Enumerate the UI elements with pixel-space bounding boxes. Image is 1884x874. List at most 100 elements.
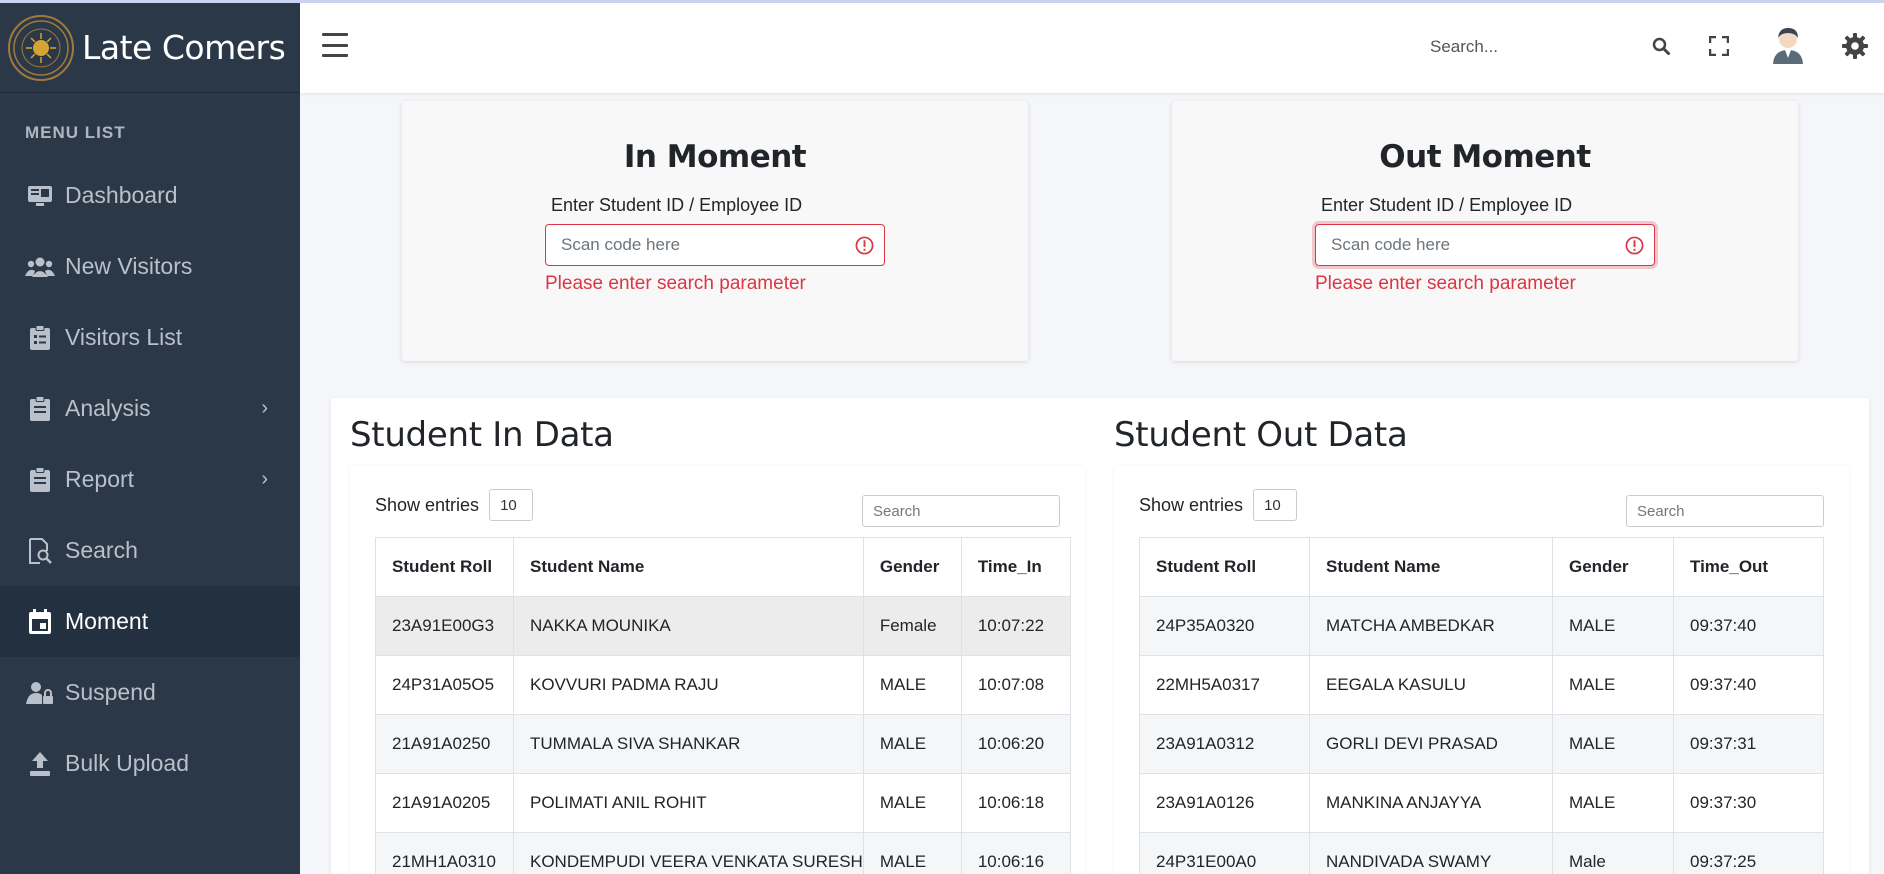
out-moment-card: Out Moment Enter Student ID / Employee I… xyxy=(1172,101,1798,361)
cell-time: 10:06:16 xyxy=(960,832,1071,874)
gear-icon[interactable] xyxy=(1840,31,1870,61)
users-icon xyxy=(25,252,55,282)
cell-time: 10:06:18 xyxy=(960,773,1071,833)
cell-roll: 23A91E00G3 xyxy=(375,596,514,656)
sidebar-item-label: Moment xyxy=(65,608,149,634)
cell-name: EEGALA KASULU xyxy=(1309,655,1553,715)
cell-roll: 24P35A0320 xyxy=(1139,596,1310,656)
cell-name: MATCHA AMBEDKAR xyxy=(1309,596,1553,656)
entries-select[interactable]: 10 xyxy=(489,489,534,521)
sidebar-item-label: Bulk Upload xyxy=(65,750,190,776)
sidebar-item-moment[interactable]: Moment xyxy=(0,586,300,657)
cell-gender: MALE xyxy=(862,714,962,774)
upload-icon xyxy=(25,749,55,779)
in-moment-error: Please enter search parameter xyxy=(545,273,806,294)
cell-gender: MALE xyxy=(1552,596,1674,656)
cell-roll: 21A91A0205 xyxy=(375,773,514,833)
sidebar-item-visitors-list[interactable]: Visitors List xyxy=(0,302,300,373)
show-entries-control: Show entries 10 xyxy=(1139,489,1298,521)
cell-gender: MALE xyxy=(1552,773,1674,833)
sidebar-menu: Dashboard New Visitors Visitors List Ana… xyxy=(0,160,300,799)
chevron-right-icon: › xyxy=(261,397,268,419)
sidebar: Late Comers MENU LIST Dashboard New Visi… xyxy=(0,3,300,874)
sidebar-item-report[interactable]: Report › xyxy=(0,444,300,515)
table-search-input[interactable] xyxy=(862,495,1060,527)
cell-name: KOVVURI PADMA RAJU xyxy=(513,655,864,715)
cell-name: MANKINA ANJAYYA xyxy=(1309,773,1553,833)
cell-name: TUMMALA SIVA SHANKAR xyxy=(513,714,864,774)
fullscreen-icon[interactable] xyxy=(1704,31,1734,61)
cell-roll: 22MH5A0317 xyxy=(1139,655,1310,715)
student-data-panel: Student In Data Show entries 10 Student … xyxy=(331,398,1869,874)
column-header[interactable]: Student Name xyxy=(513,537,864,597)
table-row[interactable]: 23A91A0126 MANKINA ANJAYYA MALE 09:37:30 xyxy=(1139,773,1824,833)
cell-gender: Male xyxy=(1552,832,1674,874)
cell-time: 09:37:31 xyxy=(1673,714,1824,774)
cell-time: 09:37:30 xyxy=(1673,773,1824,833)
cell-time: 10:07:08 xyxy=(960,655,1071,715)
cell-roll: 21A91A0250 xyxy=(375,714,514,774)
warning-icon xyxy=(855,236,874,255)
table-row[interactable]: 22MH5A0317 EEGALA KASULU MALE 09:37:40 xyxy=(1139,655,1824,715)
in-moment-scan-field xyxy=(545,224,885,266)
menu-toggle-icon[interactable] xyxy=(322,33,348,57)
in-moment-scan-input[interactable] xyxy=(546,225,884,265)
table-row[interactable]: 24P31E00A0 NANDIVADA SWAMY Male 09:37:25 xyxy=(1139,832,1824,874)
sidebar-item-dashboard[interactable]: Dashboard xyxy=(0,160,300,231)
file-search-icon xyxy=(25,536,55,566)
column-header[interactable]: Time_Out xyxy=(1673,537,1824,597)
sidebar-item-bulk-upload[interactable]: Bulk Upload xyxy=(0,728,300,799)
cell-time: 09:37:40 xyxy=(1673,655,1824,715)
cell-name: POLIMATI ANIL ROHIT xyxy=(513,773,864,833)
global-search-input[interactable] xyxy=(1430,27,1660,67)
user-lock-icon xyxy=(25,678,55,708)
student-out-title: Student Out Data xyxy=(1114,415,1408,455)
student-out-table: Student Roll Student Name Gender Time_Ou… xyxy=(1139,537,1824,874)
user-avatar-icon[interactable] xyxy=(1768,25,1808,65)
out-moment-label: Enter Student ID / Employee ID xyxy=(1321,195,1573,215)
out-moment-scan-input[interactable] xyxy=(1316,225,1654,265)
cell-time: 09:37:40 xyxy=(1673,596,1824,656)
column-header[interactable]: Time_In xyxy=(960,537,1071,597)
cell-name: NAKKA MOUNIKA xyxy=(513,596,864,656)
brand[interactable]: Late Comers xyxy=(0,3,300,93)
sidebar-item-search[interactable]: Search xyxy=(0,515,300,586)
sidebar-item-analysis[interactable]: Analysis › xyxy=(0,373,300,444)
column-header[interactable]: Gender xyxy=(1552,537,1674,597)
sidebar-item-suspend[interactable]: Suspend xyxy=(0,657,300,728)
column-header[interactable]: Student Name xyxy=(1309,537,1553,597)
show-entries-label: Show entries xyxy=(1139,494,1244,515)
table-row[interactable]: 23A91E00G3 NAKKA MOUNIKA Female 10:07:22 xyxy=(375,596,1071,656)
table-row[interactable]: 24P35A0320 MATCHA AMBEDKAR MALE 09:37:40 xyxy=(1139,596,1824,656)
table-row[interactable]: 21A91A0205 POLIMATI ANIL ROHIT MALE 10:0… xyxy=(375,773,1071,833)
table-row[interactable]: 24P31A05O5 KOVVURI PADMA RAJU MALE 10:07… xyxy=(375,655,1071,715)
entries-select[interactable]: 10 xyxy=(1253,489,1298,521)
table-row[interactable]: 21MH1A0310 KONDEMPUDI VEERA VENKATA SURE… xyxy=(375,832,1071,874)
sidebar-item-label: Dashboard xyxy=(65,182,178,208)
sidebar-item-label: Visitors List xyxy=(65,324,183,350)
in-moment-card: In Moment Enter Student ID / Employee ID… xyxy=(402,101,1028,361)
sidebar-item-label: Report xyxy=(65,466,135,492)
student-out-table-card: Show entries 10 Student Roll Student Nam… xyxy=(1114,466,1849,874)
cell-roll: 23A91A0126 xyxy=(1139,773,1310,833)
sidebar-item-label: New Visitors xyxy=(65,253,193,279)
sidebar-item-label: Search xyxy=(65,537,138,563)
table-search-input[interactable] xyxy=(1626,495,1824,527)
column-header[interactable]: Gender xyxy=(862,537,962,597)
search-icon[interactable] xyxy=(1646,31,1676,61)
clipboard-icon xyxy=(25,465,55,495)
column-header[interactable]: Student Roll xyxy=(375,537,514,597)
cell-name: NANDIVADA SWAMY xyxy=(1309,832,1553,874)
cell-gender: MALE xyxy=(1552,655,1674,715)
column-header[interactable]: Student Roll xyxy=(1139,537,1310,597)
cell-time: 10:07:22 xyxy=(960,596,1071,656)
sidebar-item-new-visitors[interactable]: New Visitors xyxy=(0,231,300,302)
in-moment-title: In Moment xyxy=(623,139,807,175)
clipboard-list-icon xyxy=(25,323,55,353)
cell-roll: 24P31A05O5 xyxy=(375,655,514,715)
table-row[interactable]: 21A91A0250 TUMMALA SIVA SHANKAR MALE 10:… xyxy=(375,714,1071,774)
brand-title: Late Comers xyxy=(82,28,286,67)
student-in-table-card: Show entries 10 Student Roll Student Nam… xyxy=(350,466,1085,874)
table-row[interactable]: 23A91A0312 GORLI DEVI PRASAD MALE 09:37:… xyxy=(1139,714,1824,774)
out-moment-error: Please enter search parameter xyxy=(1315,273,1576,294)
